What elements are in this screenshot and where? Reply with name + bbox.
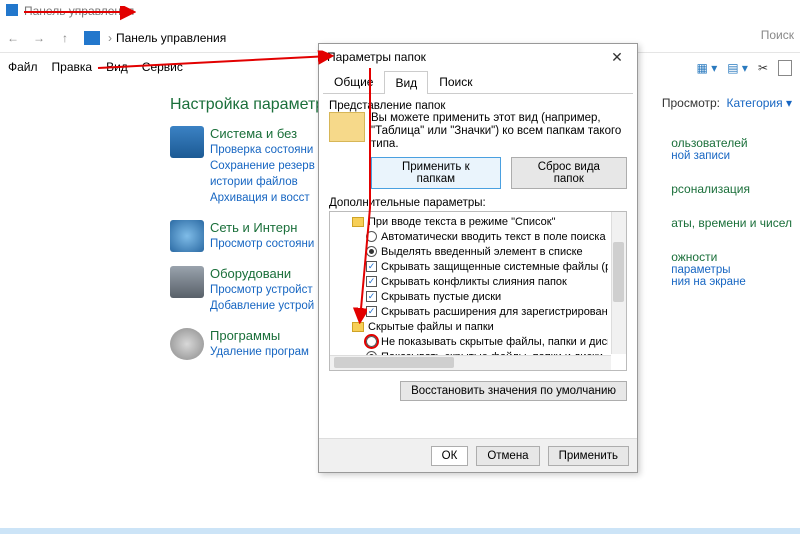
status-bar — [0, 528, 800, 534]
